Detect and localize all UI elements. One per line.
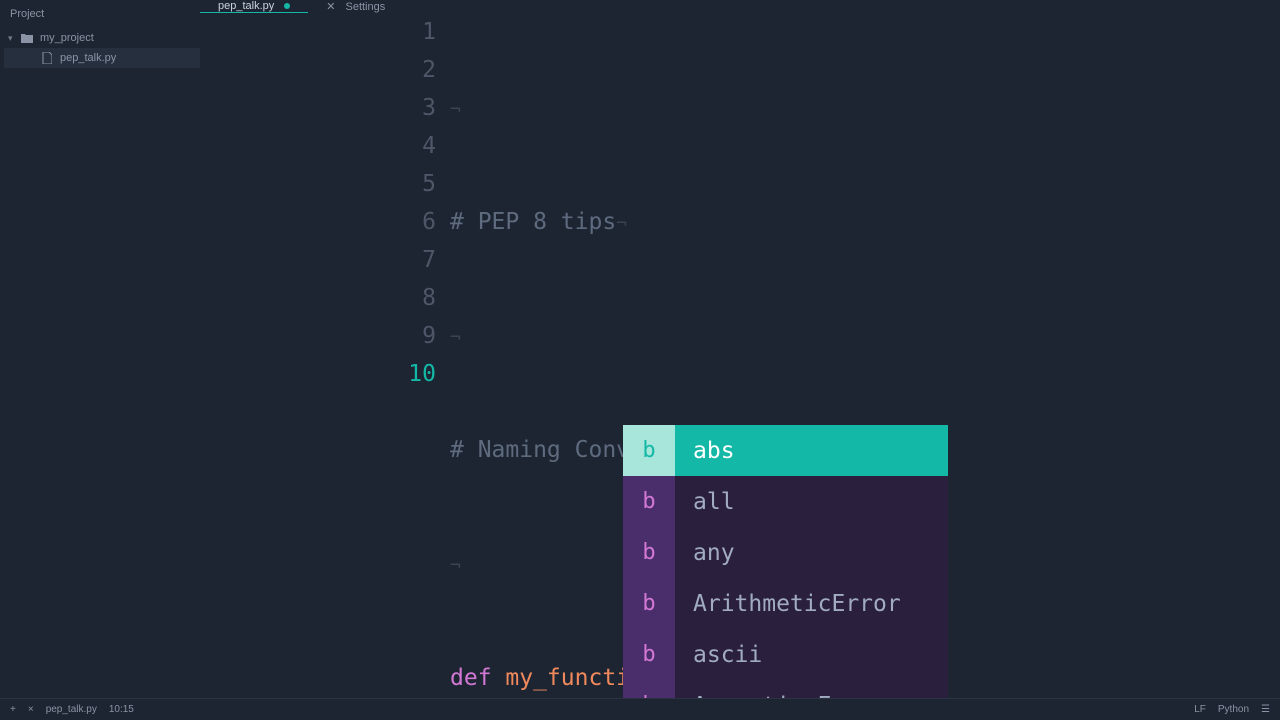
tab-label: pep_talk.py bbox=[218, 0, 274, 12]
builtin-kind-icon: b bbox=[623, 425, 675, 476]
tab-label: Settings bbox=[345, 1, 385, 13]
builtin-kind-icon: b bbox=[623, 527, 675, 578]
status-bar: + × pep_talk.py 10:15 LF Python ☰ bbox=[0, 698, 1280, 720]
tab-pep-talk[interactable]: pep_talk.py bbox=[200, 0, 308, 13]
file-icon bbox=[40, 51, 54, 65]
code-editor[interactable]: 1 2 3 4 5 6 7 8 9 10 ¬ # PEP 8 tips¬ ¬ #… bbox=[200, 13, 1280, 698]
autocomplete-label: ascii bbox=[675, 636, 762, 674]
editor-area: pep_talk.py ✕ Settings 1 2 3 4 5 6 7 8 9… bbox=[200, 0, 1280, 698]
autocomplete-item-ascii[interactable]: b ascii bbox=[623, 629, 948, 680]
file-tree: ▾ my_project pep_talk.py bbox=[0, 28, 200, 68]
status-line-ending[interactable]: LF bbox=[1194, 704, 1206, 715]
tree-file-pep-talk[interactable]: pep_talk.py bbox=[4, 48, 200, 68]
tree-folder-root[interactable]: ▾ my_project bbox=[4, 28, 200, 48]
autocomplete-label: AssertionError bbox=[675, 687, 887, 699]
autocomplete-label: any bbox=[675, 534, 735, 572]
autocomplete-item-any[interactable]: b any bbox=[623, 527, 948, 578]
autocomplete-item-assertion-error[interactable]: b AssertionError bbox=[623, 680, 948, 698]
close-icon[interactable]: ✕ bbox=[326, 0, 335, 13]
builtin-kind-icon: b bbox=[623, 680, 675, 698]
project-sidebar: Project ▾ my_project pep_talk.py bbox=[0, 0, 200, 698]
autocomplete-label: abs bbox=[675, 432, 735, 470]
autocomplete-item-abs[interactable]: b abs bbox=[623, 425, 948, 476]
autocomplete-item-all[interactable]: b all bbox=[623, 476, 948, 527]
file-label: pep_talk.py bbox=[60, 52, 116, 64]
close-panel-icon[interactable]: × bbox=[28, 704, 34, 715]
builtin-kind-icon: b bbox=[623, 476, 675, 527]
autocomplete-popup[interactable]: b abs b all b any b ArithmeticError b bbox=[623, 425, 948, 698]
line-number-gutter: 1 2 3 4 5 6 7 8 9 10 bbox=[200, 13, 450, 698]
folder-icon bbox=[20, 31, 34, 45]
builtin-kind-icon: b bbox=[623, 629, 675, 680]
tab-bar: pep_talk.py ✕ Settings bbox=[200, 0, 1280, 13]
new-file-icon[interactable]: + bbox=[10, 704, 16, 715]
status-file-name[interactable]: pep_talk.py bbox=[46, 704, 97, 715]
autocomplete-item-arithmetic-error[interactable]: b ArithmeticError bbox=[623, 578, 948, 629]
tab-settings[interactable]: ✕ Settings bbox=[308, 0, 403, 13]
autocomplete-label: ArithmeticError bbox=[675, 585, 901, 623]
autocomplete-label: all bbox=[675, 483, 735, 521]
status-language[interactable]: Python bbox=[1218, 704, 1249, 715]
folder-label: my_project bbox=[40, 32, 94, 44]
chevron-down-icon[interactable]: ▾ bbox=[8, 33, 20, 44]
status-cursor-position[interactable]: 10:15 bbox=[109, 704, 134, 715]
dirty-indicator-icon bbox=[284, 3, 290, 9]
sidebar-title: Project bbox=[0, 0, 200, 28]
builtin-kind-icon: b bbox=[623, 578, 675, 629]
menu-icon[interactable]: ☰ bbox=[1261, 704, 1270, 715]
